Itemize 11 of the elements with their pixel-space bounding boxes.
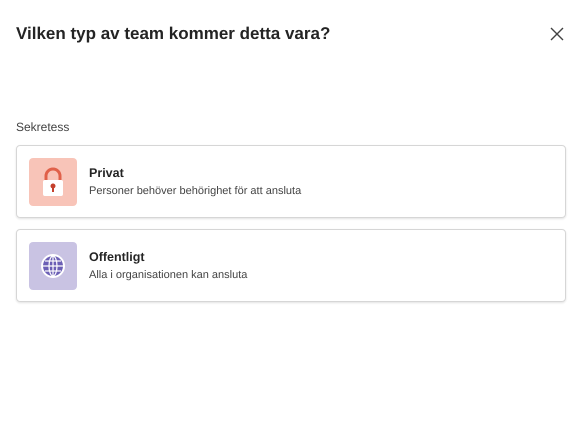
option-card[interactable]: Offentligt Alla i organisationen kan ansluta	[16, 229, 566, 302]
option-title: Offentligt	[89, 250, 146, 264]
option-description: Personer behöver behörighet för att ansluta	[89, 185, 302, 197]
globe-icon	[40, 252, 66, 278]
close-button[interactable]	[548, 25, 566, 43]
option-card[interactable]: Privat Personer behöver behörighet för att ansluta	[16, 145, 566, 218]
option-title: Privat	[89, 166, 125, 180]
option-description: Alla i organisationen kan ansluta	[89, 269, 248, 281]
dialog-title: Vilken typ av team kommer detta vara?	[16, 24, 330, 44]
section-label: Sekretess	[16, 120, 70, 134]
lock-icon	[41, 166, 65, 196]
